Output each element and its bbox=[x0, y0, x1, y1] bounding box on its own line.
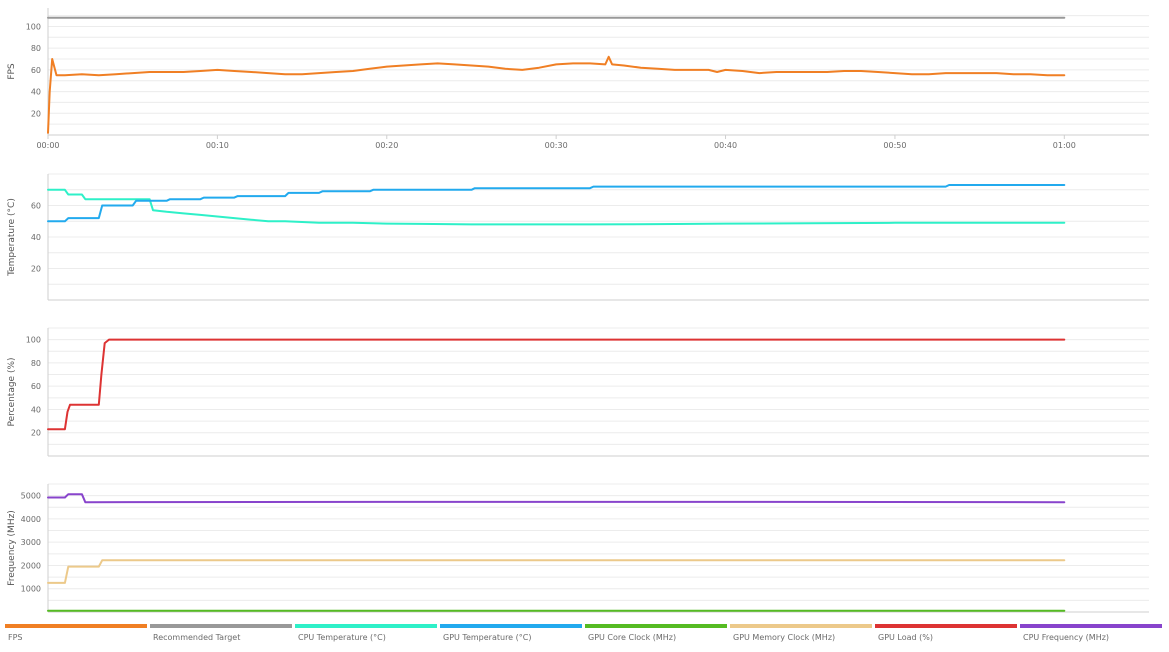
legend-swatch bbox=[1020, 624, 1162, 628]
y-tick-label: 80 bbox=[31, 44, 41, 53]
y-tick-label: 4000 bbox=[21, 515, 41, 524]
legend-swatch bbox=[875, 624, 1017, 628]
y-tick-label: 100 bbox=[26, 22, 41, 31]
legend: FPS Recommended Target CPU Temperature (°C… bbox=[5, 623, 1169, 647]
y-tick-label: 20 bbox=[31, 109, 41, 118]
legend-label: Recommended Target bbox=[153, 633, 241, 642]
legend-swatch bbox=[440, 624, 582, 628]
x-tick-label: 00:20 bbox=[375, 141, 398, 150]
legend-item[interactable]: GPU Temperature (°C) bbox=[440, 623, 582, 647]
legend-label: CPU Frequency (MHz) bbox=[1023, 633, 1110, 642]
x-tick-label: 00:40 bbox=[714, 141, 737, 150]
y-tick-label: 2000 bbox=[21, 561, 41, 570]
legend-label: GPU Core Clock (MHz) bbox=[588, 633, 677, 642]
legend-item[interactable]: GPU Core Clock (MHz) bbox=[585, 623, 727, 647]
y-tick-label: 40 bbox=[31, 405, 41, 414]
y-tick-label: 100 bbox=[26, 336, 41, 345]
legend-label: FPS bbox=[8, 633, 23, 642]
legend-label: GPU Load (%) bbox=[878, 633, 933, 642]
y-axis-label: FPS bbox=[7, 63, 17, 80]
legend-item[interactable]: Recommended Target bbox=[150, 623, 292, 647]
legend-swatch bbox=[5, 624, 147, 628]
x-tick-label: 00:30 bbox=[545, 141, 568, 150]
series-line-cpu-temperature-c bbox=[47, 188, 1066, 226]
legend-label: GPU Temperature (°C) bbox=[443, 633, 532, 642]
y-tick-label: 80 bbox=[31, 359, 41, 368]
legend-item[interactable]: CPU Frequency (MHz) bbox=[1020, 623, 1162, 647]
y-axis-label: Temperature (°C) bbox=[7, 198, 17, 277]
series-line-fps bbox=[47, 55, 1066, 134]
legend-swatch bbox=[730, 624, 872, 628]
y-tick-label: 3000 bbox=[21, 538, 41, 547]
legend-label: CPU Temperature (°C) bbox=[298, 633, 386, 642]
y-tick-label: 5000 bbox=[21, 492, 41, 501]
y-tick-label: 40 bbox=[31, 88, 41, 97]
x-tick-label: 01:00 bbox=[1053, 141, 1076, 150]
legend-item[interactable]: CPU Temperature (°C) bbox=[295, 623, 437, 647]
y-tick-label: 60 bbox=[31, 66, 41, 75]
legend-swatch bbox=[150, 624, 292, 628]
x-tick-label: 00:10 bbox=[206, 141, 229, 150]
y-tick-label: 60 bbox=[31, 382, 41, 391]
y-tick-label: 20 bbox=[31, 429, 41, 438]
y-tick-label: 40 bbox=[31, 233, 41, 242]
x-tick-label: 00:00 bbox=[36, 141, 59, 150]
y-axis-label: Frequency (MHz) bbox=[7, 510, 17, 586]
series-line-gpu-load bbox=[47, 338, 1066, 431]
y-tick-label: 60 bbox=[31, 202, 41, 211]
x-tick-label: 00:50 bbox=[883, 141, 906, 150]
chart-panel-4: 1000 2000 3000 4000 5000 Frequency (MHz) bbox=[7, 483, 1149, 613]
y-tick-label: 20 bbox=[31, 265, 41, 274]
charts-area: 20 40 60 80 100 00:00 00:10 00:20 00:30 00:40 00:5… bbox=[7, 8, 1149, 613]
series-line-gpu-memory-clock-mhz bbox=[47, 559, 1066, 584]
y-tick-label: 1000 bbox=[21, 585, 41, 594]
legend-swatch bbox=[295, 624, 437, 628]
legend-label: GPU Memory Clock (MHz) bbox=[733, 633, 836, 642]
chart-panel-2: 20 40 60 Temperature (°C) bbox=[7, 173, 1149, 301]
chart-panel-1: 20 40 60 80 100 00:00 00:10 00:20 00:30 00:40 00:5… bbox=[7, 8, 1149, 150]
legend-item[interactable]: GPU Load (%) bbox=[875, 623, 1017, 647]
legend-item[interactable]: GPU Memory Clock (MHz) bbox=[730, 623, 872, 647]
legend-swatch bbox=[585, 624, 727, 628]
chart-panel-3: 20 40 60 80 100 Percentage (%) bbox=[7, 327, 1149, 457]
y-axis-label: Percentage (%) bbox=[7, 357, 17, 426]
legend-item[interactable]: FPS bbox=[5, 623, 147, 647]
